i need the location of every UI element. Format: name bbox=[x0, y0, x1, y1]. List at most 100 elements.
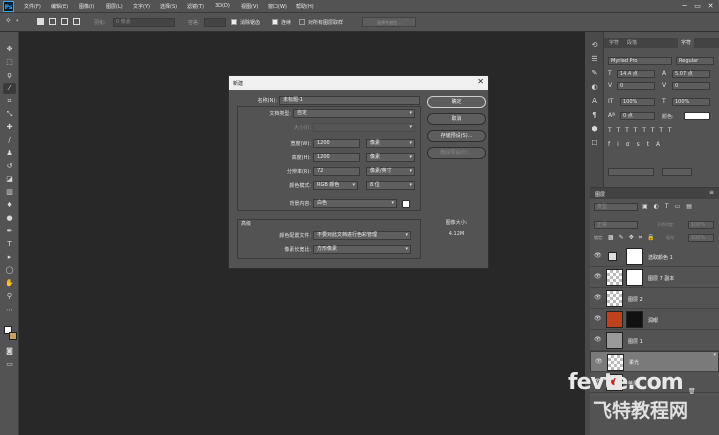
width-unit-select[interactable]: 像素 bbox=[366, 139, 415, 148]
ellipse-tool-icon[interactable]: ◯ bbox=[3, 265, 16, 276]
layer-kind-filter[interactable]: 类型 bbox=[594, 203, 638, 211]
blend-mode-select[interactable]: 正常 bbox=[594, 221, 638, 229]
zoom-tool-icon[interactable]: ⚲ bbox=[3, 291, 16, 302]
refine-edge-button[interactable]: 选择并遮住... bbox=[362, 17, 416, 27]
styles-panel-icon[interactable]: ☐ bbox=[588, 138, 601, 149]
layer-row[interactable]: 👁 图层 7 副本 bbox=[590, 267, 719, 288]
font-family-select[interactable]: Myriad Pro bbox=[608, 57, 672, 65]
kerning-input[interactable]: 0 bbox=[617, 82, 655, 90]
background-color-swatch[interactable] bbox=[9, 332, 17, 340]
color-mode-select[interactable]: RGB 颜色 bbox=[313, 181, 358, 190]
all-layers-checkbox[interactable] bbox=[299, 19, 305, 25]
type-tool-icon[interactable]: T bbox=[3, 239, 16, 250]
height-input[interactable]: 1200 bbox=[313, 153, 360, 162]
minimize-icon[interactable]: ─ bbox=[680, 2, 689, 11]
menu-view[interactable]: 视图(V) bbox=[241, 3, 258, 10]
pixel-aspect-select[interactable]: 方形像素 bbox=[313, 245, 411, 254]
font-style-select[interactable]: Regular bbox=[676, 57, 714, 65]
feather-input[interactable]: 0 像素 bbox=[113, 18, 175, 27]
text-style-buttons[interactable]: TTTTTTTT bbox=[608, 127, 714, 137]
text-color-swatch[interactable] bbox=[684, 112, 710, 120]
fill-input[interactable]: 100% bbox=[688, 234, 714, 242]
healing-brush-tool-icon[interactable]: ✚ bbox=[3, 122, 16, 133]
menu-filter[interactable]: 滤镜(T) bbox=[187, 3, 204, 10]
menu-help[interactable]: 帮助(H) bbox=[296, 3, 314, 10]
language-select[interactable] bbox=[608, 168, 654, 176]
history-panel-icon[interactable]: ⟲ bbox=[588, 40, 601, 51]
leading-input[interactable]: 5.07 点 bbox=[672, 70, 710, 78]
path-selection-tool-icon[interactable]: ▸ bbox=[3, 252, 16, 263]
tab-character[interactable]: 字符 bbox=[606, 38, 622, 48]
screen-mode-icon[interactable]: ▭ bbox=[3, 359, 16, 370]
tool-preset-dropdown-icon[interactable]: ▾ bbox=[16, 18, 19, 24]
menu-3d[interactable]: 3D(D) bbox=[215, 3, 230, 9]
eyedropper-tool-icon[interactable]: ⤡ bbox=[3, 109, 16, 120]
layer-row-selected[interactable]: 👁 柔光 bbox=[590, 351, 719, 372]
visibility-eye-icon[interactable]: 👁 bbox=[594, 315, 602, 322]
save-preset-button[interactable]: 存储预设(S)... bbox=[427, 130, 486, 142]
layer-row[interactable]: 👁 选取颜色 1 bbox=[590, 246, 719, 267]
magic-wand-icon[interactable]: ✧ bbox=[5, 16, 12, 25]
brush-panel-icon[interactable]: ✎ bbox=[588, 68, 601, 79]
visibility-eye-icon[interactable]: 👁 bbox=[594, 273, 602, 280]
cancel-button[interactable]: 取消 bbox=[427, 113, 486, 125]
size-select[interactable] bbox=[313, 123, 415, 132]
gradient-tool-icon[interactable]: ▥ bbox=[3, 187, 16, 198]
hand-tool-icon[interactable]: ✋ bbox=[3, 278, 16, 289]
height-unit-select[interactable]: 像素 bbox=[366, 153, 415, 162]
move-tool-icon[interactable]: ✥ bbox=[3, 44, 16, 55]
baseline-shift-input[interactable]: 0 点 bbox=[620, 112, 655, 120]
font-size-input[interactable]: 14.4 点 bbox=[617, 70, 655, 78]
visibility-eye-icon[interactable]: 👁 bbox=[594, 336, 602, 343]
blur-tool-icon[interactable]: ♦ bbox=[3, 200, 16, 211]
adjustments-panel-icon[interactable]: ◐ bbox=[588, 82, 601, 93]
color-profile-select[interactable]: 不要对此文档进行色彩管理 bbox=[313, 231, 411, 240]
marquee-tool-icon[interactable]: ⬚ bbox=[3, 57, 16, 68]
close-icon[interactable]: ✕ bbox=[706, 2, 715, 11]
opentype-buttons[interactable]: fiσstA bbox=[608, 141, 714, 151]
antialias-method-select[interactable] bbox=[662, 168, 692, 176]
opacity-input[interactable]: 100% bbox=[688, 221, 714, 229]
menu-layer[interactable]: 图层(L) bbox=[106, 3, 123, 10]
visibility-eye-icon[interactable]: 👁 bbox=[594, 252, 602, 259]
visibility-eye-icon[interactable]: 👁 bbox=[595, 358, 603, 365]
preset-select[interactable]: 自定 bbox=[293, 109, 415, 118]
menu-edit[interactable]: 编辑(E) bbox=[51, 3, 68, 10]
layer-filter-icons[interactable]: ▣◐T▭▤ bbox=[642, 203, 712, 211]
delete-preset-button[interactable]: 删除预设(D)... bbox=[427, 147, 486, 159]
background-select[interactable]: 白色 bbox=[313, 199, 397, 208]
lasso-tool-icon[interactable]: ϙ bbox=[3, 70, 16, 81]
antialias-checkbox[interactable] bbox=[231, 19, 237, 25]
menu-file[interactable]: 文件(F) bbox=[24, 3, 41, 10]
stamp-tool-icon[interactable]: ♟ bbox=[3, 148, 16, 159]
3d-panel-icon[interactable]: ⬢ bbox=[588, 124, 601, 135]
paragraph-panel-icon[interactable]: ¶ bbox=[588, 110, 601, 121]
vertical-scale-input[interactable]: 100% bbox=[620, 98, 655, 106]
panel-menu-icon[interactable]: ≡ bbox=[709, 189, 714, 196]
resolution-unit-select[interactable]: 像素/英寸 bbox=[366, 167, 415, 176]
name-input[interactable]: 未标题-1 bbox=[279, 96, 420, 105]
lock-icons[interactable]: ▩✎✥⌗🔒 bbox=[608, 234, 663, 242]
character-panel-icon[interactable]: A bbox=[588, 96, 601, 107]
properties-panel-icon[interactable]: ☰ bbox=[588, 54, 601, 65]
history-brush-tool-icon[interactable]: ↺ bbox=[3, 161, 16, 172]
intersect-selection-icon[interactable] bbox=[73, 18, 80, 25]
layer-row[interactable]: 👁 图层 2 bbox=[590, 288, 719, 309]
bit-depth-select[interactable]: 8 位 bbox=[366, 181, 415, 190]
tracking-input[interactable]: 0 bbox=[672, 82, 710, 90]
tolerance-input[interactable] bbox=[204, 18, 226, 27]
tab-paragraph[interactable]: 段落 bbox=[624, 38, 640, 48]
menu-image[interactable]: 图像(I) bbox=[79, 3, 94, 10]
delete-layer-icon[interactable]: 🗑 bbox=[688, 388, 696, 395]
dialog-close-icon[interactable]: ✕ bbox=[477, 77, 484, 86]
new-selection-icon[interactable] bbox=[37, 18, 44, 25]
contiguous-checkbox[interactable] bbox=[272, 19, 278, 25]
ok-button[interactable]: 确定 bbox=[427, 96, 486, 108]
menu-select[interactable]: 选择(S) bbox=[160, 3, 177, 10]
quick-mask-icon[interactable]: ◙ bbox=[3, 346, 16, 357]
brush-tool-icon[interactable]: ∕ bbox=[3, 135, 16, 146]
layer-row[interactable]: 👁 图层 1 bbox=[590, 330, 719, 351]
add-selection-icon[interactable] bbox=[49, 18, 56, 25]
dodge-tool-icon[interactable]: ● bbox=[3, 213, 16, 224]
tab-character-active[interactable]: 字符 bbox=[678, 38, 695, 48]
